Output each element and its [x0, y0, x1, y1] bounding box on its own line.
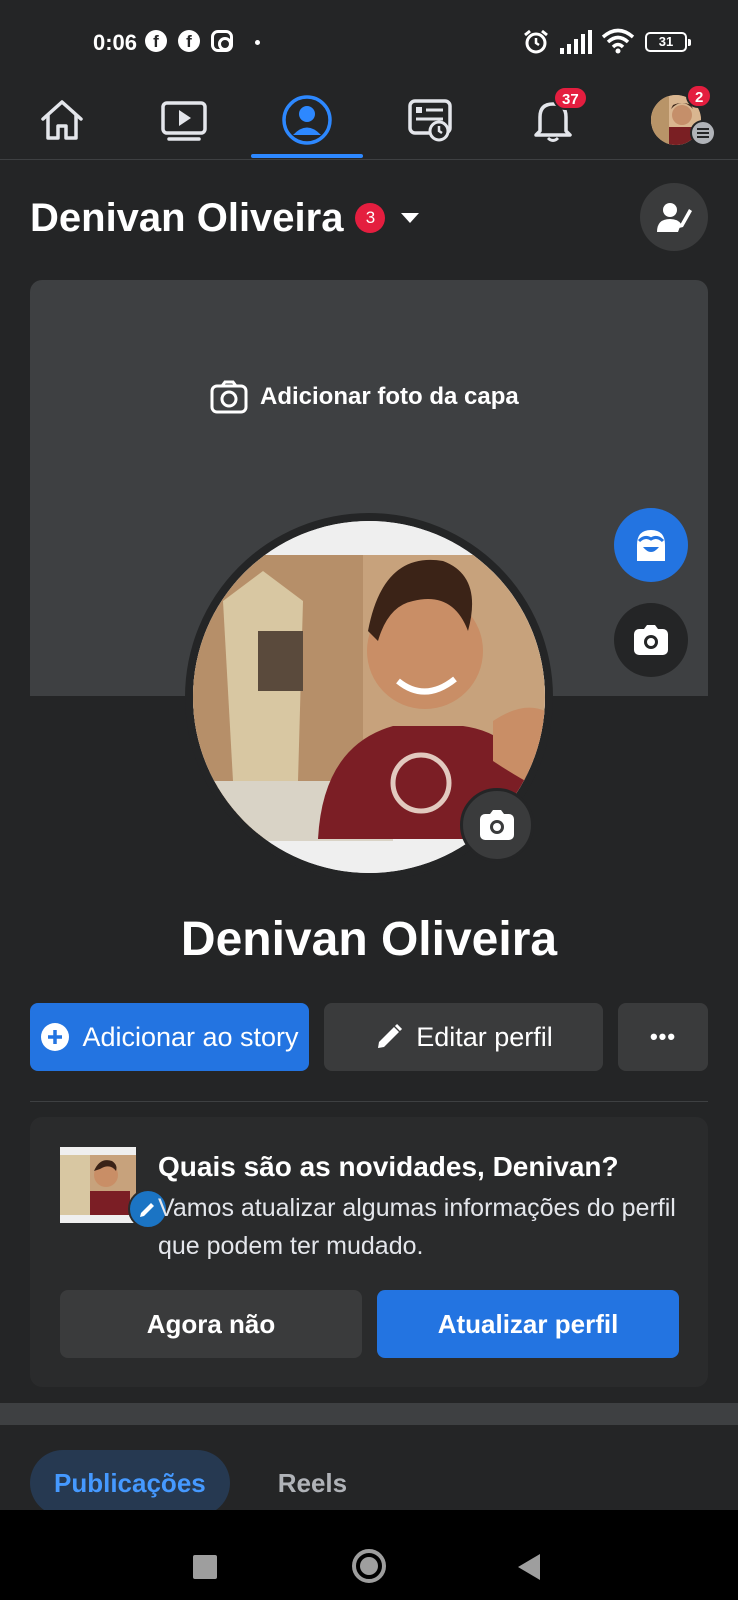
camera-icon	[634, 625, 668, 655]
camera-icon	[210, 380, 248, 414]
status-time: 0:06	[93, 30, 138, 55]
edit-profile-shortcut-button[interactable]	[640, 183, 708, 251]
facebook-icon: f	[145, 30, 167, 52]
tab-watch[interactable]	[128, 80, 240, 160]
tab-reels[interactable]: Reels	[254, 1450, 371, 1516]
menu-icon	[690, 120, 716, 146]
more-options-button[interactable]: •••	[618, 1003, 708, 1071]
menu-badge: 2	[686, 84, 713, 108]
more-options-icon: •••	[649, 1024, 677, 1049]
home-button-icon[interactable]	[352, 1549, 386, 1583]
cover-camera-button[interactable]	[614, 603, 688, 677]
battery-icon: 31	[645, 32, 691, 52]
tab-posts[interactable]: Publicações	[30, 1450, 230, 1516]
notifications-badge: 37	[553, 86, 588, 110]
instagram-icon	[211, 30, 233, 52]
section-separator	[0, 1403, 738, 1425]
add-cover-photo-label: Adicionar foto da capa	[260, 383, 519, 410]
alarm-icon	[524, 29, 548, 54]
status-bar: 0:06 f f 31	[0, 0, 738, 80]
caret-down-icon	[401, 213, 420, 223]
not-now-label: Agora não	[146, 1308, 276, 1339]
pencil-icon	[140, 1203, 154, 1217]
profile-icon	[282, 95, 332, 145]
pencil-icon	[378, 1023, 403, 1048]
tab-profile[interactable]	[251, 80, 363, 160]
tab-notifications[interactable]: 37	[497, 80, 609, 160]
avatar-face-icon	[637, 530, 665, 561]
feeds-icon	[408, 99, 452, 142]
not-now-button[interactable]: Agora não	[60, 1290, 362, 1358]
signal-icon	[560, 30, 592, 54]
card-title: Quais são as novidades, Denivan?	[158, 1151, 619, 1182]
system-nav-bar	[0, 1510, 738, 1600]
wifi-icon	[601, 28, 635, 54]
tab-feeds[interactable]	[374, 80, 486, 160]
user-edit-icon	[657, 203, 692, 232]
update-profile-button[interactable]: Atualizar perfil	[377, 1290, 679, 1358]
home-icon	[41, 100, 83, 140]
edit-profile-label: Editar perfil	[416, 1021, 553, 1052]
watch-icon	[161, 101, 207, 141]
plus-circle-icon	[41, 1023, 70, 1051]
add-to-story-label: Adicionar ao story	[82, 1021, 299, 1052]
header-name: Denivan Oliveira	[30, 195, 344, 240]
add-to-story-button[interactable]: Adicionar ao story	[30, 1003, 309, 1071]
update-profile-card: Quais são as novidades, Denivan? Vamos a…	[30, 1117, 708, 1387]
profile-switcher[interactable]: Denivan Oliveira 3	[30, 190, 420, 246]
tab-menu[interactable]: 2	[620, 80, 732, 160]
camera-icon	[480, 810, 514, 840]
top-nav: 37 2	[0, 80, 738, 160]
tab-home[interactable]	[6, 80, 118, 160]
profile-name: Denivan Oliveira	[180, 913, 558, 966]
profile-camera-button[interactable]	[460, 788, 534, 862]
facebook-icon: f	[178, 30, 200, 52]
avatar-button[interactable]	[614, 508, 688, 582]
edit-profile-button[interactable]: Editar perfil	[324, 1003, 603, 1071]
active-tab-indicator	[251, 154, 363, 158]
recents-icon[interactable]	[193, 1555, 217, 1579]
back-icon[interactable]	[518, 1554, 540, 1580]
header-badge: 3	[355, 203, 386, 233]
more-notifications-dot	[255, 40, 260, 45]
card-profile-thumbnail	[60, 1147, 136, 1223]
content-tabs: Publicações Reels	[30, 1450, 371, 1516]
divider	[30, 1101, 708, 1102]
card-body: Vamos atualizar algumas informações do p…	[158, 1194, 676, 1260]
add-cover-photo[interactable]: Adicionar foto da capa	[210, 380, 519, 414]
update-profile-label: Atualizar perfil	[437, 1308, 619, 1339]
